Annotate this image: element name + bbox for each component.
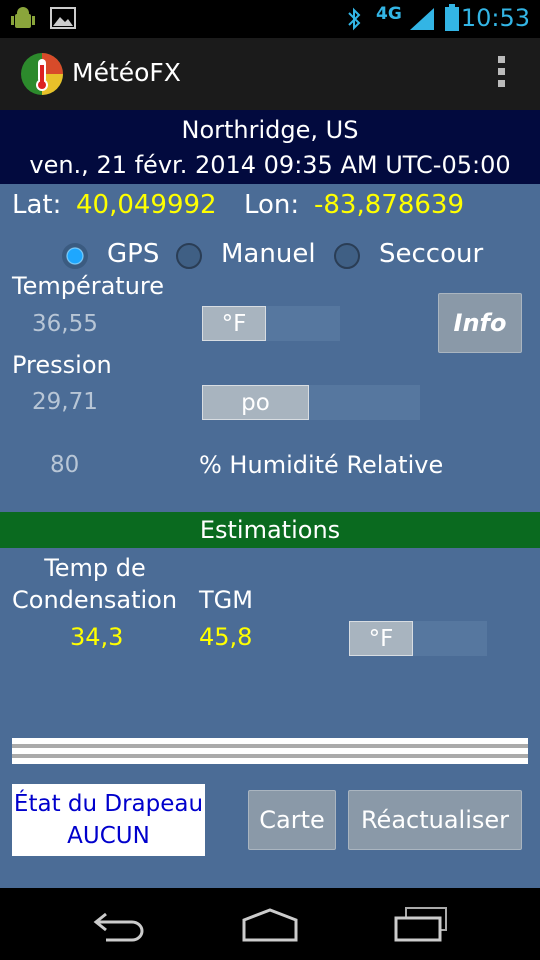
estimations-panel: Temp de Condensation TGM 34,3 45,8 °F Ét… <box>0 548 540 888</box>
flag-status-box: État du Drapeau AUCUN <box>12 784 205 856</box>
app-title: MétéoFX <box>72 58 181 87</box>
clock: 10:53 <box>460 4 530 32</box>
pressure-unit-knob: po <box>202 385 309 420</box>
action-bar: MétéoFX <box>0 38 540 110</box>
humidity-input[interactable]: 80 <box>50 452 79 478</box>
radio-gps[interactable] <box>62 243 88 269</box>
lat-label: Lat: <box>12 190 62 220</box>
pressure-label: Pression <box>12 351 112 379</box>
lat-value: 40,049992 <box>76 190 217 220</box>
estimation-unit-toggle[interactable]: °F <box>349 621 487 656</box>
flag-status-title: État du Drapeau <box>13 791 204 817</box>
home-icon[interactable] <box>240 908 300 942</box>
location-header: Northridge, US ven., 21 févr. 2014 09:35… <box>0 110 540 184</box>
location-name: Northridge, US <box>181 116 359 144</box>
refresh-button[interactable]: Réactualiser <box>348 790 522 850</box>
pressure-unit-toggle[interactable]: po <box>202 385 420 420</box>
image-notification-icon <box>50 7 76 29</box>
input-panel: Lat: 40,049992 Lon: -83,878639 GPS Manue… <box>0 184 540 512</box>
temperature-input[interactable]: 36,55 <box>32 311 98 337</box>
radio-manual[interactable] <box>176 243 202 269</box>
lon-label: Lon: <box>244 190 300 220</box>
temperature-label: Température <box>12 272 165 300</box>
temperature-unit-toggle[interactable]: °F <box>202 306 340 341</box>
recent-apps-icon[interactable] <box>392 906 450 944</box>
info-button[interactable]: Info <box>438 293 522 353</box>
signal-icon <box>410 8 434 30</box>
radio-backup[interactable] <box>334 243 360 269</box>
dew-point-label-line1: Temp de <box>44 554 146 582</box>
dew-point-value: 34,3 <box>70 623 124 651</box>
navigation-bar <box>0 888 540 960</box>
map-button[interactable]: Carte <box>248 790 336 850</box>
android-debug-icon <box>11 7 35 28</box>
flag-status-value: AUCUN <box>67 823 150 849</box>
bluetooth-icon <box>348 7 361 31</box>
dew-point-label-line2: Condensation <box>12 586 178 614</box>
tgm-label: TGM <box>199 586 253 614</box>
location-datetime: ven., 21 févr. 2014 09:35 AM UTC-05:00 <box>29 151 511 179</box>
status-bar: 4G 10:53 <box>0 0 540 38</box>
lon-value: -83,878639 <box>314 190 464 220</box>
radio-manual-label[interactable]: Manuel <box>221 239 316 269</box>
back-icon[interactable] <box>92 910 148 942</box>
tgm-value: 45,8 <box>199 623 253 651</box>
overflow-menu-icon[interactable] <box>498 56 506 90</box>
radio-gps-label[interactable]: GPS <box>107 239 159 269</box>
flag-indicator-bar <box>12 738 528 764</box>
battery-icon <box>445 4 459 31</box>
estimation-unit-knob: °F <box>349 621 413 656</box>
humidity-label: % Humidité Relative <box>199 451 444 479</box>
app-thermometer-icon[interactable] <box>20 52 64 96</box>
network-type: 4G <box>376 4 402 24</box>
estimations-header: Estimations <box>0 512 540 548</box>
pressure-input[interactable]: 29,71 <box>32 389 98 415</box>
temperature-unit-knob: °F <box>202 306 266 341</box>
radio-backup-label[interactable]: Seccour <box>379 239 483 269</box>
